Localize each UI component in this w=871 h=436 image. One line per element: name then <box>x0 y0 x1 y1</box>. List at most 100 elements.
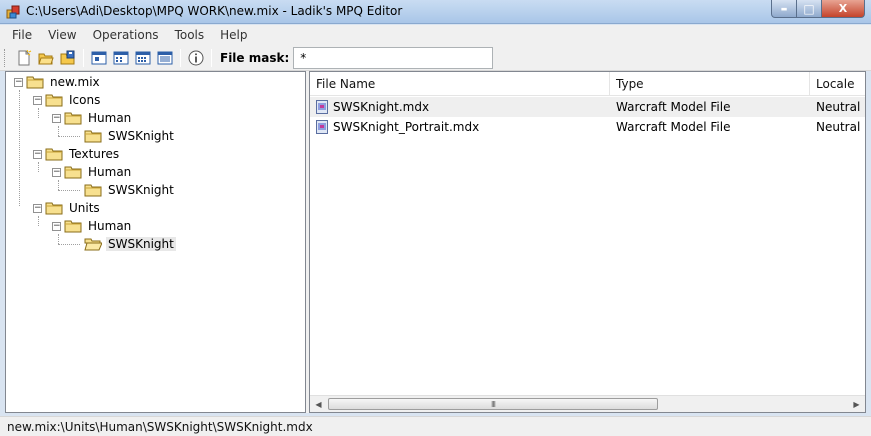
new-archive-button[interactable] <box>13 47 35 69</box>
view-small-icon <box>113 51 129 64</box>
grip-icon: III <box>490 399 496 409</box>
close-button[interactable]: X <box>822 0 865 18</box>
file-locale: Neutral <box>816 100 861 114</box>
tree-label-swsknight: SWSKnight <box>108 183 174 197</box>
tree-node-icons-knight[interactable]: SWSKnight <box>84 127 176 145</box>
view-details-button[interactable] <box>154 47 176 69</box>
folder-icon <box>64 220 82 233</box>
tree-label-swsknight-selected: SWSKnight <box>106 237 176 251</box>
tree-connector <box>58 136 80 137</box>
collapse-icon[interactable]: − <box>52 221 61 231</box>
tree-label-units: Units <box>69 201 100 215</box>
open-folder-icon <box>84 238 102 251</box>
minimize-icon: ▬ <box>780 4 788 13</box>
menu-help[interactable]: Help <box>212 28 255 42</box>
scrollbar-thumb[interactable]: III <box>328 398 658 410</box>
new-archive-icon <box>18 49 32 65</box>
menu-file[interactable]: File <box>4 28 40 42</box>
save-archive-icon <box>60 50 75 64</box>
collapse-icon[interactable]: − <box>52 113 61 123</box>
collapse-icon[interactable]: − <box>33 95 42 105</box>
tree-node-icons[interactable]: − Icons <box>33 91 102 109</box>
file-name: SWSKnight_Portrait.mdx <box>333 120 480 134</box>
tree-label-icons: Icons <box>69 93 101 107</box>
tree-node-units-knight[interactable]: SWSKnight <box>84 235 176 253</box>
view-list-button[interactable] <box>132 47 154 69</box>
minimize-button[interactable]: ▬ <box>771 0 797 18</box>
arrow-left-icon: ◀ <box>315 399 322 409</box>
tree-label-swsknight: SWSKnight <box>108 129 174 143</box>
tree-node-textures-human[interactable]: − Human <box>52 163 133 181</box>
tree-node-textures-knight[interactable]: SWSKnight <box>84 181 176 199</box>
tree-connector <box>58 190 80 191</box>
tree-node-root[interactable]: − new.mix <box>14 73 102 91</box>
scroll-right-button[interactable]: ▶ <box>848 396 865 412</box>
status-path: new.mix:\Units\Human\SWSKnight\SWSKnight… <box>7 419 313 434</box>
file-locale: Neutral <box>816 120 861 134</box>
scroll-left-button[interactable]: ◀ <box>310 396 327 412</box>
column-header-type[interactable]: Type <box>610 72 810 96</box>
tree-label-textures: Textures <box>69 147 120 161</box>
menu-tools[interactable]: Tools <box>167 28 213 42</box>
tree-connector <box>38 216 39 226</box>
title-bar: C:\Users\Adi\Desktop\MPQ WORK\new.mix - … <box>0 0 871 24</box>
view-details-icon <box>157 51 173 64</box>
folder-icon <box>45 148 63 161</box>
file-name: SWSKnight.mdx <box>333 100 430 114</box>
collapse-icon[interactable]: − <box>33 203 42 213</box>
tree-connector <box>19 90 20 206</box>
close-icon: X <box>838 2 848 15</box>
view-small-button[interactable] <box>110 47 132 69</box>
tree-node-textures[interactable]: − Textures <box>33 145 121 163</box>
tree-node-units-human[interactable]: − Human <box>52 217 133 235</box>
list-row[interactable]: SWSKnight.mdx Warcraft Model File Neutra… <box>310 97 865 117</box>
toolbar-separator <box>211 48 212 67</box>
folder-icon <box>64 112 82 125</box>
view-large-button[interactable] <box>88 47 110 69</box>
maximize-button[interactable]: □ <box>797 0 822 18</box>
tree-node-units[interactable]: − Units <box>33 199 102 217</box>
tree-connector <box>58 180 59 190</box>
about-icon <box>188 50 204 65</box>
folder-icon <box>84 184 102 197</box>
horizontal-scrollbar[interactable]: ◀ III ▶ <box>310 395 865 412</box>
file-list[interactable]: File Name Type Locale SWSKnight.mdx Warc… <box>309 71 866 413</box>
menu-view[interactable]: View <box>40 28 84 42</box>
list-header: File Name Type Locale <box>310 72 865 96</box>
tree-connector <box>58 126 59 136</box>
menu-bar: File View Operations Tools Help <box>0 25 871 45</box>
tree-connector <box>58 244 80 245</box>
file-type: Warcraft Model File <box>616 120 731 134</box>
collapse-icon[interactable]: − <box>14 77 23 87</box>
save-archive-button[interactable] <box>57 47 79 69</box>
folder-icon <box>45 94 63 107</box>
file-mask-input[interactable] <box>293 46 494 69</box>
folder-icon <box>45 202 63 215</box>
tree-label-human: Human <box>88 111 132 125</box>
app-icon <box>6 5 20 19</box>
arrow-right-icon: ▶ <box>853 399 860 409</box>
toolbar-separator <box>180 48 181 67</box>
tree-node-icons-human[interactable]: − Human <box>52 109 133 127</box>
list-row[interactable]: SWSKnight_Portrait.mdx Warcraft Model Fi… <box>310 117 865 137</box>
toolbar-grip[interactable] <box>4 48 7 67</box>
open-archive-button[interactable] <box>35 47 57 69</box>
menu-operations[interactable]: Operations <box>85 28 167 42</box>
maximize-icon: □ <box>803 1 815 16</box>
folder-icon <box>64 166 82 179</box>
tree-connector <box>58 234 59 244</box>
folder-icon <box>84 130 102 143</box>
file-mask-label: File mask: <box>220 50 290 65</box>
tree-label-human: Human <box>88 219 132 233</box>
toolbar: File mask: <box>0 45 871 71</box>
status-bar: new.mix:\Units\Human\SWSKnight\SWSKnight… <box>0 416 871 436</box>
folder-tree[interactable]: − new.mix − Icons − Human SWSKnight − Te… <box>5 71 306 413</box>
collapse-icon[interactable]: − <box>52 167 61 177</box>
column-header-locale[interactable]: Locale <box>810 72 865 96</box>
open-archive-icon <box>38 53 54 64</box>
column-header-file-name[interactable]: File Name <box>310 72 610 96</box>
view-list-icon <box>135 51 151 64</box>
tree-connector <box>38 162 39 172</box>
collapse-icon[interactable]: − <box>33 149 42 159</box>
about-button[interactable] <box>185 47 207 69</box>
